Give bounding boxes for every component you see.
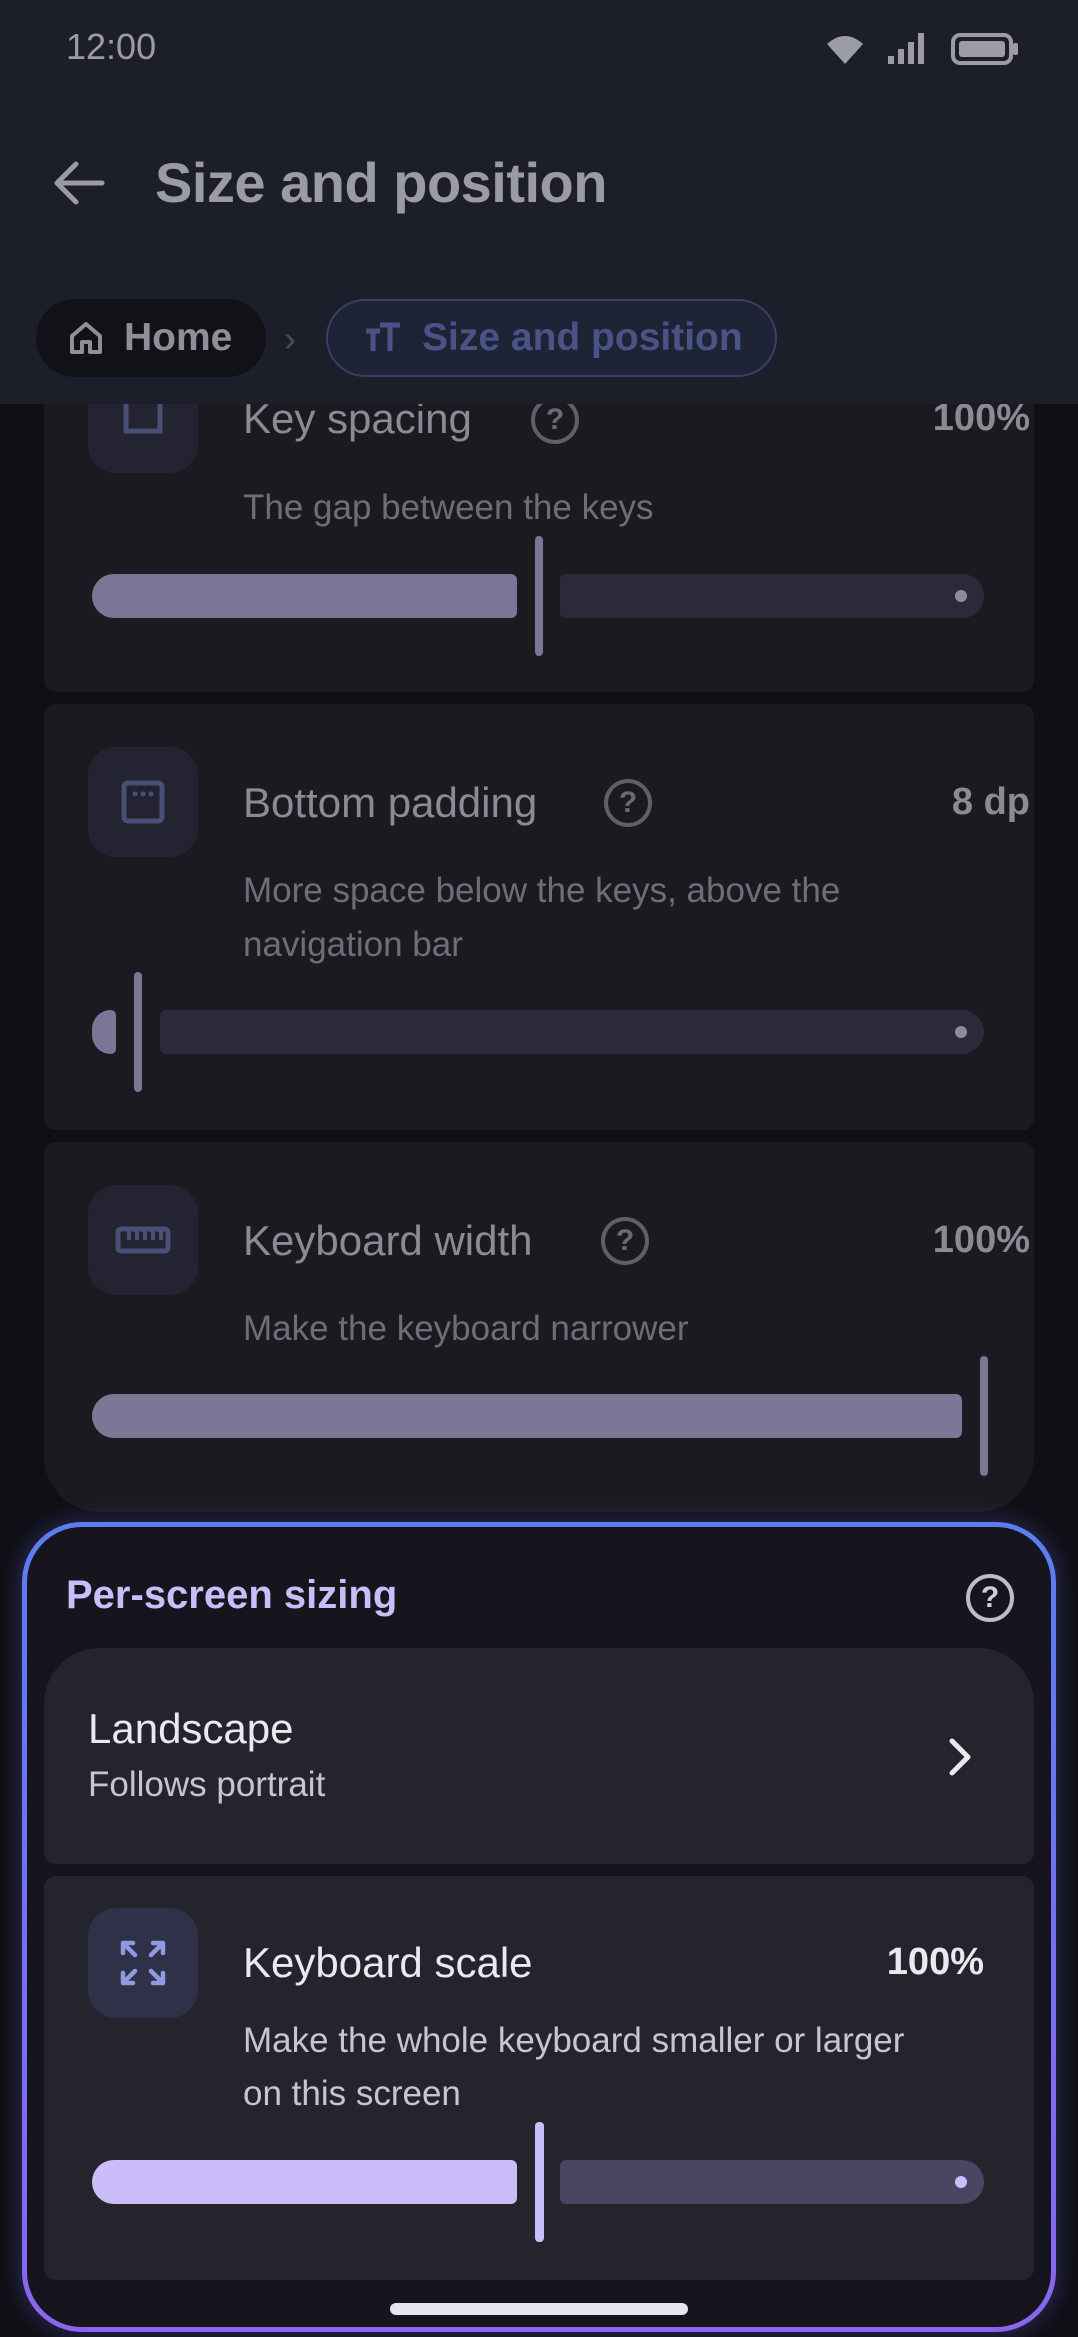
back-arrow-icon[interactable] — [50, 158, 120, 208]
key-spacing-slider-track — [560, 574, 984, 618]
key-spacing-slider-active — [92, 574, 517, 618]
landscape-subtitle: Follows portrait — [88, 1765, 326, 1804]
bottom-padding-subtitle: More space below the keys, above the nav… — [243, 871, 841, 964]
bottom-padding-value: 8 dp — [951, 781, 1030, 823]
keyboard-width-title: Keyboard width — [243, 1217, 533, 1264]
keyboard-scale-slider-active — [92, 2160, 517, 2204]
landscape-title: Landscape — [88, 1705, 294, 1752]
keyboard-scale-slider-thumb[interactable] — [535, 2122, 544, 2242]
expand-icon — [88, 1908, 198, 2018]
keyboard-width-icon — [88, 1185, 198, 1295]
per-screen-help-icon[interactable]: ? — [966, 1574, 1014, 1622]
breadcrumb-current[interactable]: Size and position — [326, 299, 777, 377]
page-title: Size and position — [155, 151, 607, 214]
home-indicator[interactable] — [390, 2303, 688, 2315]
bottom-padding-slider-track — [160, 1010, 984, 1054]
battery-icon — [951, 33, 1018, 65]
keyboard-width-help-icon[interactable]: ? — [601, 1217, 649, 1265]
home-icon — [70, 322, 102, 354]
keyboard-scale-title: Keyboard scale — [243, 1939, 533, 1986]
bottom-padding-title: Bottom padding — [243, 779, 538, 826]
keyboard-scale-subtitle: Make the whole keyboard smaller or large… — [243, 2021, 905, 2113]
signal-icon — [888, 33, 924, 64]
keyboard-width-slider-thumb[interactable] — [980, 1356, 988, 1476]
chevron-right-icon — [949, 1738, 971, 1776]
landscape-row[interactable] — [44, 1648, 1034, 1864]
bottom-padding-slider-active — [92, 1010, 116, 1054]
top-app-bar: 12:00 Size and position Home › Size and … — [0, 0, 1078, 404]
bottom-padding-help-icon[interactable]: ? — [604, 779, 652, 827]
keyboard-scale-slider-end-dot — [955, 2176, 967, 2188]
per-screen-sizing-title: Per-screen sizing — [66, 1573, 398, 1617]
breadcrumb-separator-icon: › — [284, 318, 296, 359]
key-spacing-subtitle: The gap between the keys — [243, 488, 654, 527]
status-time: 12:00 — [66, 26, 157, 67]
bottom-padding-slider-end-dot — [955, 1026, 967, 1038]
wifi-icon — [827, 36, 863, 64]
keyboard-width-subtitle: Make the keyboard narrower — [243, 1309, 689, 1348]
keyboard-width-slider-active — [92, 1394, 962, 1438]
key-spacing-slider-thumb[interactable] — [535, 536, 543, 656]
bottom-padding-icon — [88, 747, 198, 857]
breadcrumb-home-label: Home — [124, 316, 233, 359]
keyboard-width-value: 100% — [932, 1219, 1030, 1261]
key-spacing-slider-end-dot — [955, 590, 967, 602]
bottom-padding-slider-thumb[interactable] — [134, 972, 142, 1092]
text-size-icon — [366, 322, 400, 351]
breadcrumb-home[interactable]: Home — [36, 299, 267, 377]
breadcrumb-current-label: Size and position — [422, 316, 743, 359]
keyboard-scale-value: 100% — [886, 1941, 984, 1983]
keyboard-scale-slider-track — [560, 2160, 984, 2204]
